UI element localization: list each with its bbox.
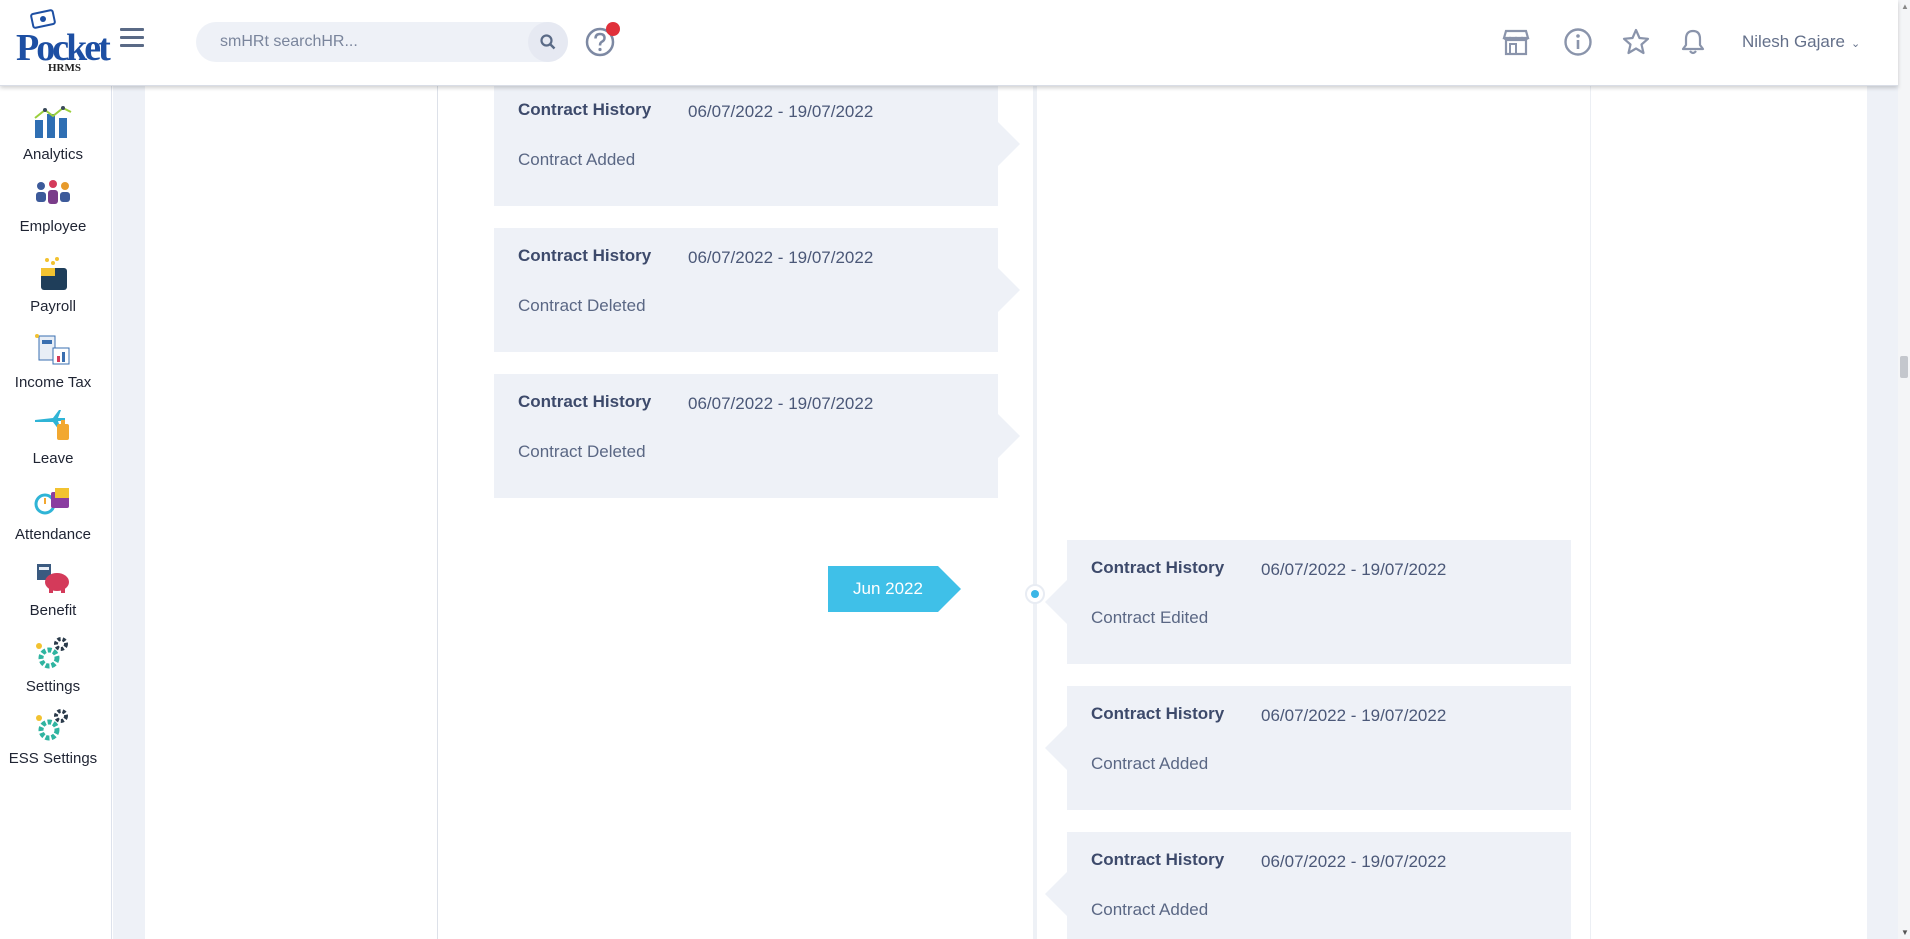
sidebar-item-label: Analytics xyxy=(22,146,84,163)
attendance-icon xyxy=(34,488,69,515)
sidebar-item-label: Income Tax xyxy=(14,374,92,391)
sidebar-item-ess-settings[interactable]: ESS Settings xyxy=(0,708,106,771)
top-bar: Pocket HRMS smHRt searchHR... Nilesh Gaj… xyxy=(0,0,1898,86)
sidebar-item-settings[interactable]: Settings xyxy=(0,636,106,699)
timeline-card[interactable]: Contract History 06/07/2022 - 19/07/2022… xyxy=(494,374,1020,498)
content-panel xyxy=(145,86,1867,939)
ess-settings-icon xyxy=(36,709,68,741)
month-tag[interactable]: Jun 2022 xyxy=(828,566,961,612)
user-name: Nilesh Gajare xyxy=(1742,32,1845,51)
column-divider xyxy=(437,86,438,939)
card-date: 06/07/2022 - 19/07/2022 xyxy=(1261,852,1447,871)
sidebar-item-label: ESS Settings xyxy=(8,750,98,767)
card-description: Contract Deleted xyxy=(518,296,646,315)
chevron-down-icon: ⌄ xyxy=(1851,38,1861,50)
benefit-icon xyxy=(37,564,69,593)
card-date: 06/07/2022 - 19/07/2022 xyxy=(688,394,874,413)
employee-icon xyxy=(36,180,70,204)
user-menu[interactable]: Nilesh Gajare ⌄ xyxy=(1742,32,1860,52)
sidebar: Analytics Employee Payroll Income Tax Le… xyxy=(0,86,112,939)
timeline-line xyxy=(1033,86,1037,939)
store-button[interactable] xyxy=(1500,26,1532,58)
sidebar-item-income-tax[interactable]: Income Tax xyxy=(0,332,106,395)
sidebar-item-leave[interactable]: Leave xyxy=(0,408,106,471)
sidebar-item-benefit[interactable]: Benefit xyxy=(0,560,106,623)
sidebar-item-analytics[interactable]: Analytics xyxy=(0,104,106,167)
sidebar-item-label: Leave xyxy=(32,450,74,467)
scroll-thumb[interactable] xyxy=(1900,356,1908,378)
card-date: 06/07/2022 - 19/07/2022 xyxy=(1261,560,1447,579)
payroll-icon xyxy=(41,257,67,290)
notifications-button[interactable] xyxy=(1677,26,1709,58)
favorites-button[interactable] xyxy=(1620,26,1652,58)
sidebar-item-label: Attendance xyxy=(15,526,91,543)
menu-icon[interactable] xyxy=(120,28,144,52)
app-logo[interactable]: Pocket HRMS xyxy=(12,6,111,78)
timeline-card[interactable]: Contract History 06/07/2022 - 19/07/2022… xyxy=(1045,832,1571,939)
card-date: 06/07/2022 - 19/07/2022 xyxy=(688,248,874,267)
sidebar-item-payroll[interactable]: Payroll xyxy=(0,256,106,319)
sidebar-item-label: Benefit xyxy=(29,602,77,619)
card-title: Contract History xyxy=(518,392,652,411)
sidebar-item-label: Settings xyxy=(25,678,81,695)
card-title: Contract History xyxy=(1091,558,1225,577)
info-icon xyxy=(1564,28,1592,56)
settings-icon xyxy=(36,637,68,669)
scroll-up-arrow-icon[interactable]: ▲ xyxy=(1901,2,1909,11)
info-button[interactable] xyxy=(1562,26,1594,58)
timeline-dot xyxy=(1025,584,1045,604)
sidebar-item-employee[interactable]: Employee xyxy=(0,176,106,239)
search-bar xyxy=(196,22,568,62)
leave-icon xyxy=(35,410,69,440)
card-description: Contract Added xyxy=(518,150,636,169)
store-icon xyxy=(1502,29,1530,56)
card-description: Contract Deleted xyxy=(518,442,646,461)
notification-dot xyxy=(606,22,620,36)
scrollbar[interactable]: ▲ ▼ xyxy=(1898,0,1910,939)
search-button[interactable] xyxy=(528,22,568,62)
timeline-card[interactable]: Contract History 06/07/2022 - 19/07/2022… xyxy=(494,82,1020,206)
card-date: 06/07/2022 - 19/07/2022 xyxy=(688,102,874,121)
card-description: Contract Added xyxy=(1091,900,1209,919)
analytics-icon xyxy=(34,106,72,138)
sidebar-item-attendance[interactable]: Attendance xyxy=(0,484,106,547)
card-description: Contract Edited xyxy=(1091,608,1209,627)
card-date: 06/07/2022 - 19/07/2022 xyxy=(1261,706,1447,725)
card-description: Contract Added xyxy=(1091,754,1209,773)
timeline-card[interactable]: Contract History 06/07/2022 - 19/07/2022… xyxy=(1045,540,1571,664)
sidebar-item-label: Employee xyxy=(19,218,87,235)
sidebar-item-label: Payroll xyxy=(30,298,76,315)
card-title: Contract History xyxy=(518,246,652,265)
income-tax-icon xyxy=(35,334,70,365)
card-title: Contract History xyxy=(1091,704,1225,723)
scroll-down-arrow-icon[interactable]: ▼ xyxy=(1901,928,1909,937)
column-divider-right xyxy=(1590,86,1591,939)
card-title: Contract History xyxy=(1091,850,1225,869)
search-input[interactable] xyxy=(196,22,526,62)
help-button[interactable] xyxy=(584,22,620,58)
timeline-card[interactable]: Contract History 06/07/2022 - 19/07/2022… xyxy=(1045,686,1571,810)
star-icon xyxy=(1622,28,1650,55)
timeline-card[interactable]: Contract History 06/07/2022 - 19/07/2022… xyxy=(494,228,1020,352)
logo-subtext: HRMS xyxy=(48,62,81,74)
card-title: Contract History xyxy=(518,100,652,119)
search-icon xyxy=(540,34,556,50)
bell-icon xyxy=(1681,29,1705,55)
